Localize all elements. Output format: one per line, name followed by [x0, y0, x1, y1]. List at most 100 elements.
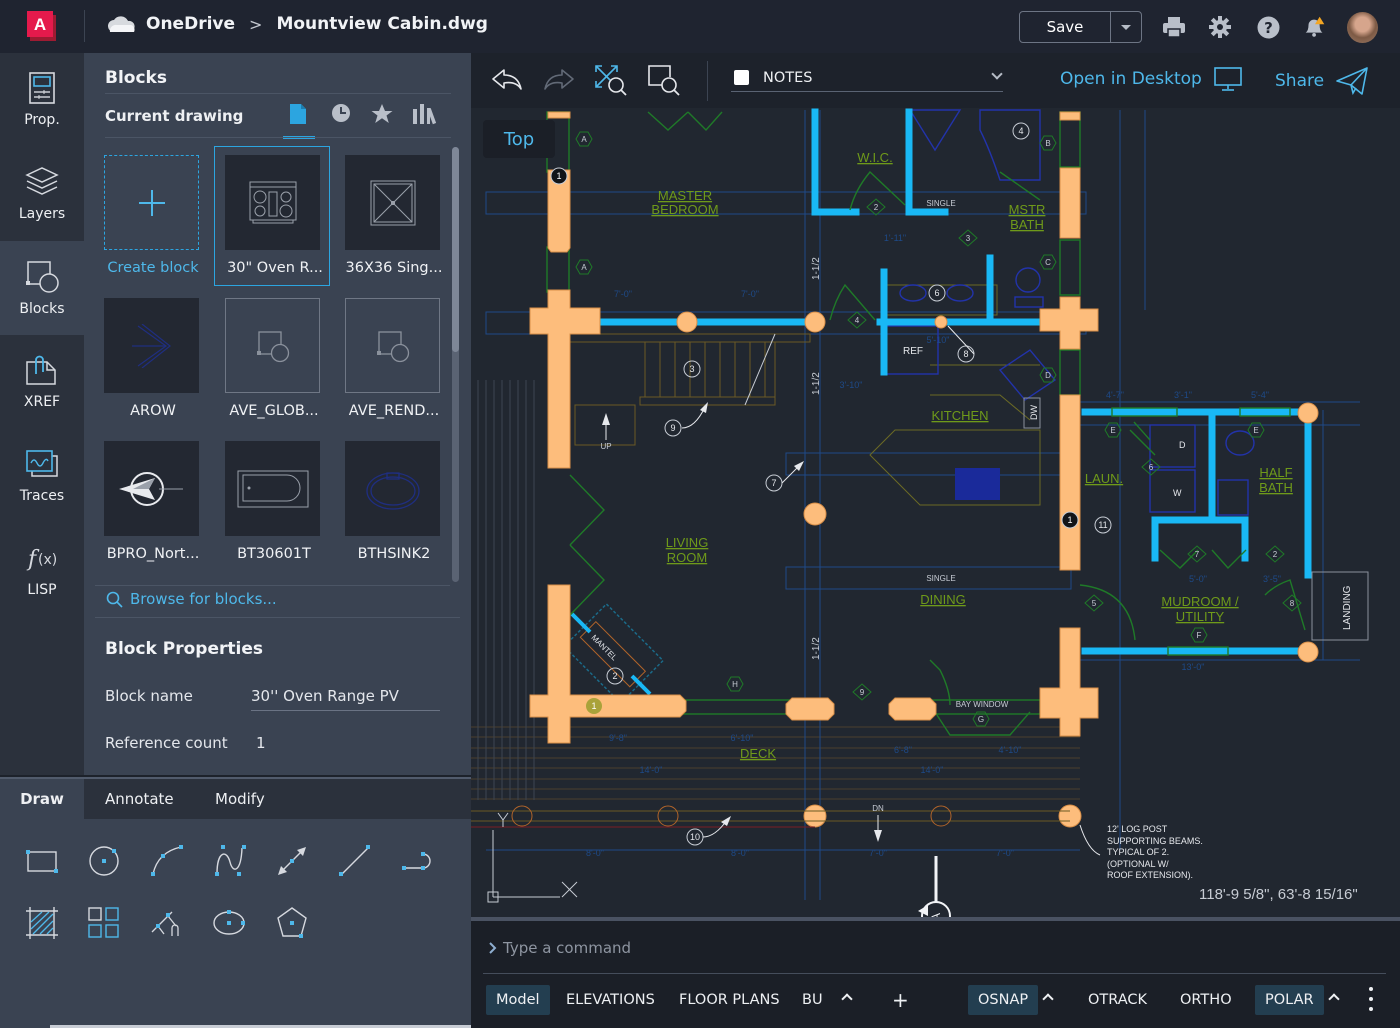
array-tool[interactable] — [86, 905, 122, 941]
scrollbar-thumb[interactable] — [452, 147, 459, 352]
block-tile-oven-range[interactable]: 30" Oven R... — [214, 146, 330, 286]
blocks-scrollbar[interactable] — [452, 147, 459, 582]
command-line[interactable]: Type a command — [489, 939, 631, 957]
help-icon[interactable]: ? — [1255, 14, 1281, 40]
block-tile-bthsink2[interactable]: BTHSINK2 — [342, 433, 456, 571]
dimension-tool[interactable] — [274, 843, 310, 879]
bathtub-preview — [237, 470, 308, 507]
rail-item-properties[interactable]: Prop. — [0, 53, 84, 147]
layer-visibility-checkbox[interactable] — [734, 70, 749, 85]
tab-recent[interactable] — [326, 103, 356, 137]
undo-icon — [492, 69, 522, 90]
circle-tool[interactable] — [86, 843, 122, 879]
rail-item-blocks[interactable]: Blocks — [0, 241, 84, 335]
current-drawing-icon — [290, 104, 306, 124]
tab-modify[interactable]: Modify — [215, 779, 265, 819]
zoom-window-button[interactable] — [646, 63, 682, 97]
breadcrumb-file-name: Mountview Cabin.dwg — [276, 14, 488, 34]
rectangle-tool[interactable] — [24, 843, 60, 879]
divider — [95, 585, 450, 586]
rail-item-traces[interactable]: Traces — [0, 429, 84, 523]
tab-current-drawing[interactable] — [283, 103, 315, 139]
polar-toggle[interactable]: POLAR — [1255, 985, 1324, 1015]
layout-tab-bu[interactable]: BU — [792, 985, 833, 1015]
layout-tabs-expand-icon[interactable] — [841, 993, 853, 1005]
dimension-text: 8'-0" — [731, 848, 749, 858]
block-tile-bpro-north[interactable]: BPRO_Nort... — [101, 433, 215, 571]
osnap-toggle[interactable]: OSNAP — [968, 985, 1039, 1015]
browse-label: Browse for blocks... — [130, 590, 277, 608]
block-tile-bt30601t[interactable]: BT30601T — [222, 433, 336, 571]
tag: F — [1197, 631, 1202, 640]
notification-bell-icon[interactable] — [1302, 14, 1328, 40]
desktop-monitor-icon — [1214, 67, 1242, 91]
more-options-icon[interactable] — [1369, 987, 1373, 1011]
breadcrumb-onedrive[interactable]: OneDrive — [146, 14, 235, 34]
note-line: (OPTIONAL W/ — [1107, 858, 1169, 869]
logo-letter: A — [27, 11, 53, 37]
rail-item-layers[interactable]: Layers — [0, 147, 84, 241]
arc-tool[interactable] — [149, 843, 185, 879]
user-avatar[interactable] — [1347, 12, 1378, 43]
tile-label: AVE_GLOB... — [229, 403, 319, 419]
tab-annotate[interactable]: Annotate — [105, 779, 174, 819]
redo-button[interactable] — [541, 63, 577, 97]
create-block-tile[interactable]: Create block — [101, 147, 215, 285]
add-layout-button[interactable]: + — [882, 985, 919, 1015]
share-button[interactable]: Share — [1275, 67, 1368, 95]
osnap-options-icon[interactable] — [1042, 993, 1054, 1005]
otrack-toggle[interactable]: OTRACK — [1078, 985, 1157, 1015]
ortho-toggle[interactable]: ORTHO — [1170, 985, 1242, 1015]
room-label: ROOM — [667, 550, 707, 565]
tab-libraries[interactable] — [409, 103, 439, 137]
drawing-canvas[interactable]: D W REF DW MANTEL MASTER BEDROOM W.I.C. … — [471, 53, 1400, 919]
tag: D — [1045, 371, 1051, 380]
hatch-icon — [26, 907, 58, 939]
layout-tab-elevations[interactable]: ELEVATIONS — [556, 985, 665, 1015]
polygon-tool[interactable] — [274, 905, 310, 941]
block-tile-36x36[interactable]: 36X36 Sing... — [342, 147, 456, 285]
point-tool[interactable] — [149, 905, 185, 941]
dimension-icon — [278, 847, 306, 875]
rail-item-lisp[interactable]: f (x) LISP — [0, 523, 84, 617]
floor-plan-drawing: D W REF DW MANTEL MASTER BEDROOM W.I.C. … — [471, 108, 1369, 919]
rail-item-xref[interactable]: XREF — [0, 335, 84, 429]
note-line: SUPPORTING BEAMS. — [1107, 835, 1203, 846]
hatch-tool[interactable] — [24, 905, 60, 941]
spline-tool[interactable] — [212, 843, 248, 879]
oven-range-preview — [249, 181, 296, 224]
autocad-logo[interactable]: A — [27, 11, 56, 41]
small-label: DN — [872, 804, 884, 813]
sink-thumb — [345, 441, 440, 536]
browse-blocks-link[interactable]: Browse for blocks... — [106, 590, 277, 608]
toolbar-divider — [707, 61, 708, 101]
polyline-tool[interactable] — [400, 843, 436, 879]
room-label: LIVING — [666, 535, 709, 550]
open-in-desktop-button[interactable]: Open in Desktop — [1060, 67, 1242, 91]
block-tile-arow[interactable]: AROW — [101, 290, 215, 428]
layout-tab-floor-plans[interactable]: FLOOR PLANS — [669, 985, 790, 1015]
undo-button[interactable] — [489, 63, 525, 97]
tab-draw[interactable]: Draw — [0, 779, 84, 819]
save-button[interactable]: Save — [1020, 12, 1111, 42]
current-layer-name: NOTES — [763, 69, 813, 86]
settings-gear-icon[interactable] — [1207, 14, 1233, 40]
room-label: LAUN. — [1085, 471, 1123, 486]
view-cube-top[interactable]: Top — [483, 120, 555, 158]
save-dropdown-button[interactable] — [1111, 12, 1141, 42]
tab-favorites[interactable] — [367, 103, 397, 137]
layer-dropdown[interactable]: NOTES — [731, 64, 1003, 92]
block-name-field[interactable]: 30'' Oven Range PV — [251, 687, 399, 705]
line-tool[interactable] — [337, 843, 373, 879]
block-tile-ave-rend[interactable]: AVE_REND... — [342, 290, 456, 428]
block-tile-ave-glob[interactable]: AVE_GLOB... — [222, 290, 336, 428]
print-icon[interactable] — [1161, 14, 1187, 40]
ellipse-tool[interactable] — [212, 905, 248, 941]
tag: A — [581, 135, 587, 144]
polar-options-icon[interactable] — [1328, 993, 1340, 1005]
zoom-extents-button[interactable] — [593, 63, 629, 97]
layout-tab-model[interactable]: Model — [486, 985, 550, 1015]
dimension-text: 1-1/2 — [811, 637, 822, 660]
command-and-status-bar: Type a command Model ELEVATIONS FLOOR PL… — [471, 921, 1400, 1028]
blocks-icon — [26, 261, 59, 293]
